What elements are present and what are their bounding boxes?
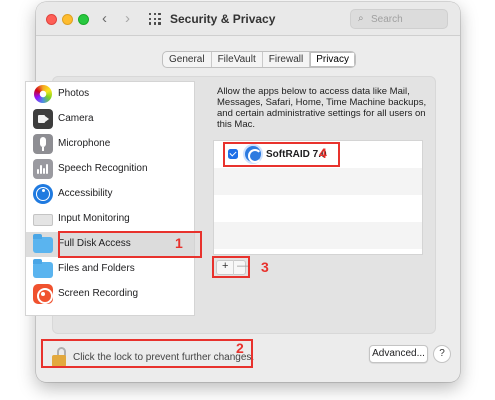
accessibility-icon	[33, 184, 53, 204]
show-all-grid-icon[interactable]	[149, 13, 161, 25]
microphone-icon	[33, 134, 53, 154]
sidebar-item-camera[interactable]: Camera	[26, 107, 194, 132]
annotation-number-4: 4	[319, 145, 327, 161]
photos-icon	[34, 85, 52, 103]
title-bar: ‹ › Security & Privacy ⌕ Search	[36, 2, 460, 36]
sidebar-item-label: Files and Folders	[58, 263, 135, 274]
sidebar-item-input-monitoring[interactable]: Input Monitoring	[26, 207, 194, 232]
keyboard-icon	[33, 214, 53, 226]
sidebar-item-speech-recognition[interactable]: Speech Recognition	[26, 157, 194, 182]
tab-filevault[interactable]: FileVault	[212, 52, 263, 67]
help-button[interactable]: ?	[433, 345, 451, 363]
search-placeholder: Search	[371, 14, 403, 25]
sidebar-item-microphone[interactable]: Microphone	[26, 132, 194, 157]
search-icon: ⌕	[358, 13, 364, 24]
empty-row	[214, 222, 422, 249]
annotation-box-add-button	[212, 256, 250, 278]
sidebar-item-partial[interactable]	[26, 302, 194, 315]
annotation-number-3: 3	[261, 259, 269, 275]
sidebar-item-label: Speech Recognition	[58, 163, 148, 174]
camera-icon	[33, 109, 53, 129]
annotation-number-1: 1	[175, 235, 183, 251]
tab-privacy[interactable]: Privacy	[310, 52, 355, 67]
forward-chevron-icon[interactable]: ›	[125, 10, 130, 28]
tab-general[interactable]: General	[163, 52, 212, 67]
minimize-window-button[interactable]	[62, 14, 73, 25]
annotation-number-2: 2	[236, 340, 244, 356]
sidebar-item-files-and-folders[interactable]: Files and Folders	[26, 257, 194, 282]
window-title: Security & Privacy	[170, 12, 276, 26]
annotation-box-lock	[41, 339, 253, 368]
sidebar-item-label: Input Monitoring	[58, 213, 130, 224]
empty-row	[214, 195, 422, 222]
sidebar-item-label: Camera	[58, 113, 94, 124]
sidebar-item-label: Microphone	[58, 138, 111, 149]
preference-tabs: General FileVault Firewall Privacy	[162, 51, 356, 68]
sidebar-item-photos[interactable]: Photos	[26, 82, 194, 107]
sidebar-item-label: Photos	[58, 88, 90, 99]
empty-row	[214, 168, 422, 195]
advanced-button[interactable]: Advanced...	[369, 345, 428, 363]
sidebar-item-label: Screen Recording	[58, 288, 139, 299]
sidebar-item-accessibility[interactable]: Accessibility	[26, 182, 194, 207]
speech-recognition-icon	[33, 159, 53, 179]
close-window-button[interactable]	[46, 14, 57, 25]
zoom-window-button[interactable]	[78, 14, 89, 25]
privacy-category-list[interactable]: Photos Camera Microphone Speech Recognit…	[25, 81, 195, 316]
sidebar-item-label: Accessibility	[58, 188, 113, 199]
folder-icon	[33, 259, 53, 278]
back-chevron-icon[interactable]: ‹	[102, 10, 107, 28]
full-disk-access-description: Allow the apps below to access data like…	[217, 86, 427, 130]
tab-firewall[interactable]: Firewall	[263, 52, 311, 67]
search-field[interactable]: ⌕ Search	[350, 9, 448, 29]
screen-recording-icon	[33, 284, 53, 304]
folder-icon	[33, 234, 53, 253]
